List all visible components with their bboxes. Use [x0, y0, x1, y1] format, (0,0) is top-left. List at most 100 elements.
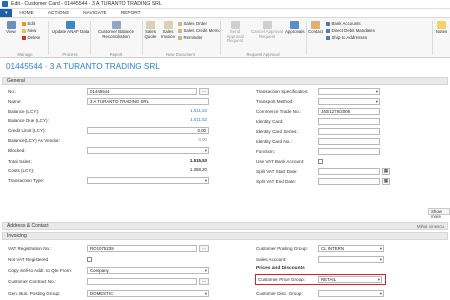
view-button[interactable]: View: [5, 21, 17, 35]
balance-vendor-value: 0,00: [198, 137, 207, 142]
cust-posting-select[interactable]: CL INTERN: [318, 245, 384, 252]
show-more-button[interactable]: Show more: [428, 208, 450, 219]
tab-actions[interactable]: ACTIONS: [41, 9, 76, 17]
function-field[interactable]: [318, 148, 380, 155]
price-group-select[interactable]: RETAIL: [318, 276, 382, 283]
sales-account-select[interactable]: [318, 256, 384, 263]
blocked-label: Blocked:: [8, 148, 26, 153]
process-group-label: Process: [62, 52, 78, 57]
no-lookup-button[interactable]: ...: [199, 88, 209, 95]
new-icon: [22, 28, 26, 33]
identity-card-no-field[interactable]: [318, 138, 380, 145]
transaction-spec-select[interactable]: [318, 88, 380, 95]
balance-lcy-value[interactable]: 1.511,53: [87, 108, 209, 115]
copy-sell-select[interactable]: Company: [87, 267, 209, 274]
sales-invoice-button[interactable]: Sales Invoice: [160, 21, 176, 39]
transport-method-label: Transport Method:: [256, 99, 294, 104]
identity-card-label: Identity Card:: [256, 119, 284, 124]
tab-navigate[interactable]: NAVIGATE: [76, 9, 114, 17]
vat-reg-label: VAT Registration No.:: [8, 246, 52, 251]
address-header-label: Address & Contact: [7, 223, 49, 229]
gen-bus-label: Gen. Bus. Posting Group:: [8, 291, 61, 296]
blocked-select[interactable]: [87, 147, 209, 154]
notes-button[interactable]: Notes: [434, 21, 449, 35]
disc-group-label: Customer Disc. Group:: [256, 291, 303, 296]
refresh-icon: [65, 21, 75, 29]
invoice-icon: [163, 21, 173, 29]
use-vat-bank-checkbox[interactable]: [318, 159, 323, 164]
gen-bus-select[interactable]: DOMESTIC: [87, 290, 209, 297]
window-title: Edit - Customer Card - 01445544 · 3 A TU…: [11, 1, 162, 7]
ribbon: View Edit New Delete Manage Update ANAF …: [0, 18, 450, 58]
calendar-icon[interactable]: ▦: [382, 168, 390, 175]
customer-contract-lookup-button[interactable]: ...: [199, 278, 209, 285]
calendar-icon[interactable]: ▦: [382, 178, 390, 185]
transaction-type-select[interactable]: [87, 177, 209, 184]
sales-order-button[interactable]: Sales Order: [178, 21, 207, 26]
file-tab[interactable]: ▾: [0, 9, 13, 17]
split-vat-end-field[interactable]: [318, 178, 380, 185]
name-field[interactable]: 3 A TURANTO TRADING SRL: [87, 98, 209, 105]
separator: [432, 21, 433, 55]
balance-lcy-label: Balance (LCY):: [8, 109, 40, 114]
no-field[interactable]: 01445544: [87, 88, 197, 95]
sales-credit-memo-button[interactable]: Sales Credit Memo: [178, 28, 221, 33]
identity-card-series-field[interactable]: [318, 128, 380, 135]
contact-button[interactable]: Contact: [308, 21, 323, 35]
price-group-label: Customer Price Group:: [258, 277, 305, 282]
split-vat-start-label: Split VAT Start Date:: [256, 169, 298, 174]
disc-group-select[interactable]: [318, 290, 384, 297]
edit-button[interactable]: Edit: [22, 21, 35, 26]
not-vat-checkbox[interactable]: [87, 257, 92, 262]
app-icon: [2, 1, 8, 7]
transaction-spec-label: Transaction Specification:: [256, 89, 309, 94]
sales-account-label: Sales Account:: [256, 257, 287, 262]
approvals-button[interactable]: Approvals: [285, 21, 305, 35]
balance-reconciliation-button[interactable]: Customer Balance Reconciliation: [92, 21, 140, 39]
copy-sell-label: Copy Sell-to Addr. to Qte From:: [8, 268, 72, 273]
approvals-icon: [289, 21, 299, 29]
direct-debit-button[interactable]: Direct Debit Mandates: [326, 28, 375, 33]
identity-card-no-label: Identity Card No.:: [256, 139, 292, 144]
request-approval-group-label: Request Approval: [246, 52, 280, 57]
identity-card-field[interactable]: [318, 118, 380, 125]
commerce-trade-label: Commerce Trade No.:: [256, 109, 302, 114]
customer-contract-field[interactable]: [87, 278, 197, 285]
cancel-approval-button[interactable]: Cancel Approval Request: [251, 21, 283, 39]
new-button[interactable]: New: [22, 28, 36, 33]
bank-accounts-button[interactable]: Bank Accounts: [326, 21, 361, 26]
prices-discounts-header: Prices and Discounts: [256, 266, 305, 271]
name-label: Name:: [8, 99, 22, 104]
total-sales-value: 1.515,53: [189, 158, 207, 163]
reminder-button[interactable]: Reminder: [178, 35, 203, 40]
balance-due-value[interactable]: 1.511,52: [87, 117, 209, 124]
update-anaf-button[interactable]: Update ANAF Data: [52, 21, 89, 35]
address-section-header[interactable]: Address & Contact Mihai Ionescu: [2, 222, 448, 230]
delete-button[interactable]: Delete: [22, 35, 40, 40]
balance-vendor-label: Balance(LCY) As Vendor:: [8, 138, 61, 143]
address-summary: Mihai Ionescu: [416, 224, 444, 229]
commerce-trade-field[interactable]: J40/1279/2008: [318, 108, 380, 115]
vat-reg-lookup-button[interactable]: ...: [199, 245, 209, 252]
send-approval-button[interactable]: Send Approval Request: [221, 21, 249, 44]
transport-method-select[interactable]: [318, 98, 380, 105]
separator: [48, 21, 49, 55]
split-vat-start-field[interactable]: [318, 168, 380, 175]
report-icon: [111, 21, 121, 29]
order-icon: [178, 21, 182, 26]
ship-to-button[interactable]: Ship-to Addresses: [326, 35, 367, 40]
total-sales-label: Total Sales:: [8, 159, 32, 164]
tab-home[interactable]: HOME: [12, 9, 40, 17]
general-section-header[interactable]: General: [2, 77, 448, 85]
invoicing-section-header[interactable]: Invoicing: [2, 232, 448, 240]
costs-label: Costs (LCY):: [8, 168, 35, 173]
tab-report[interactable]: REPORT: [114, 9, 148, 17]
no-label: No.:: [8, 89, 17, 94]
report-group-label: Report: [109, 52, 123, 57]
sales-quote-button[interactable]: Sales Quote: [143, 21, 158, 39]
credit-limit-field[interactable]: 0,00: [87, 127, 209, 134]
ship-to-icon: [326, 35, 330, 40]
vat-reg-field[interactable]: RO1075239: [87, 245, 197, 252]
credit-memo-icon: [178, 28, 182, 33]
ribbon-tabs: ▾ HOME ACTIONS NAVIGATE REPORT: [0, 9, 450, 18]
